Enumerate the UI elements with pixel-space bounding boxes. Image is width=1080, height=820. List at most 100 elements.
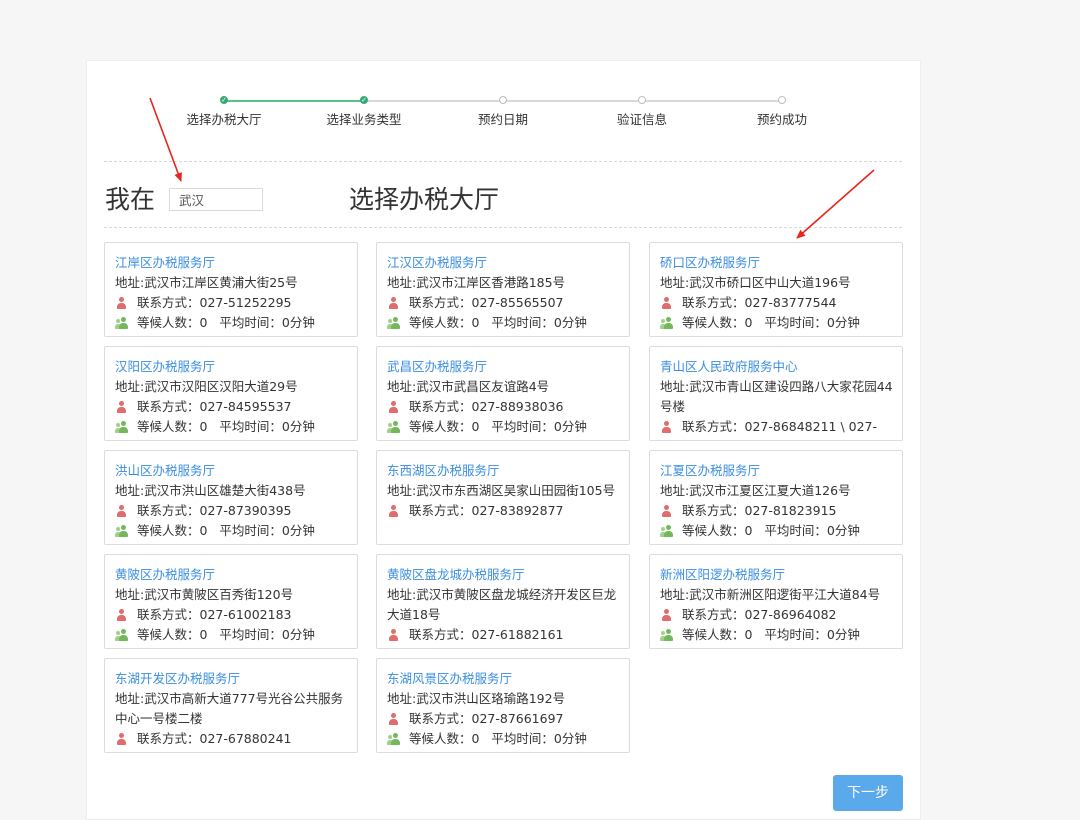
office-address: 地址:武汉市新洲区阳逻街平江大道84号 — [660, 587, 881, 602]
step-label: 选择业务类型 — [326, 112, 402, 127]
wait-row: 等候人数：0 平均时间：0分钟 — [660, 521, 894, 541]
office-name[interactable]: 青山区人民政府服务中心 — [660, 357, 894, 377]
office-address: 地址:武汉市硚口区中山大道196号 — [660, 275, 851, 290]
wait-row: 等候人数：0 平均时间：0分钟 — [660, 313, 894, 333]
office-card[interactable]: 江岸区办税服务厅地址:武汉市江岸区黄浦大街25号联系方式：027-5125229… — [104, 242, 358, 337]
office-name[interactable]: 硚口区办税服务厅 — [660, 253, 894, 273]
people-icon — [115, 628, 128, 642]
contact-row: 联系方式：027-81823915 — [660, 501, 894, 521]
office-wait: 等候人数：0 平均时间：0分钟 — [137, 627, 315, 642]
office-card[interactable]: 江夏区办税服务厅地址:武汉市江夏区江夏大道126号联系方式：027-818239… — [649, 450, 903, 545]
office-name[interactable]: 汉阳区办税服务厅 — [115, 357, 349, 377]
office-wait: 等候人数：0 平均时间：0分钟 — [409, 419, 587, 434]
contact-row: 联系方式：027-84595537 — [115, 397, 349, 417]
office-card[interactable]: 洪山区办税服务厅 地址:武汉市洪山区雄楚大街438号 联系方式：027-873903… — [104, 450, 358, 545]
office-name[interactable]: 江汉区办税服务厅 — [387, 253, 621, 273]
office-name[interactable]: 东湖开发区办税服务厅 — [115, 669, 349, 689]
office-address: 地址:武汉市青山区建设四路八大家花园44号楼 — [660, 379, 893, 414]
person-icon — [387, 296, 400, 310]
office-card[interactable]: 黄陂区办税服务厅地址:武汉市黄陂区百秀街120号联系方式：027-6100218… — [104, 554, 358, 649]
office-contact: 联系方式：027-61882161 — [409, 627, 564, 642]
office-card[interactable]: 青山区人民政府服务中心 地址:武汉市青山区建设四路八大家花园44号楼联系方式：02… — [649, 346, 903, 441]
city-input[interactable] — [169, 188, 263, 211]
office-address: 地址:武汉市高新大道777号光谷公共服务中心一号楼二楼 — [115, 691, 344, 726]
office-card[interactable]: 江汉区办税服务厅 地址:武汉市江岸区香港路185号 联系方式：027-8556550… — [376, 242, 630, 337]
office-contact: 联系方式：027-84595537 — [137, 399, 292, 414]
contact-row: 联系方式：027-67880241 — [115, 729, 349, 749]
step-dot — [499, 96, 507, 104]
office-address: 地址:武汉市江岸区黄浦大街25号 — [115, 275, 298, 290]
office-address: 地址:武汉市汉阳区汉阳大道29号 — [115, 379, 298, 394]
people-icon — [660, 524, 673, 538]
office-card[interactable]: 新洲区阳逻办税服务厅地址:武汉市新洲区阳逻街平江大道84号联系方式：027-86… — [649, 554, 903, 649]
office-name[interactable]: 黄陂区办税服务厅 — [115, 565, 349, 585]
people-icon — [660, 628, 673, 642]
office-card[interactable]: 汉阳区办税服务厅地址:武汉市汉阳区汉阳大道29号联系方式：027-8459553… — [104, 346, 358, 441]
wait-row: 等候人数：0 平均时间：0分钟 — [387, 417, 621, 437]
people-icon — [660, 316, 673, 330]
office-contact: 联系方式：027-51252295 — [137, 295, 292, 310]
contact-row: 联系方式：027-86848211 \ 027- — [660, 417, 894, 437]
office-wait: 等候人数：0 平均时间：0分钟 — [409, 315, 587, 330]
office-card[interactable]: 东湖风景区办税服务厅地址:武汉市洪山区珞瑜路192号联系方式：027-87661… — [376, 658, 630, 753]
person-icon — [660, 420, 673, 434]
office-name[interactable]: 黄陂区盘龙城办税服务厅 — [387, 565, 621, 585]
office-contact: 联系方式：027-61002183 — [137, 607, 292, 622]
step-label: 选择办税大厅 — [186, 112, 262, 127]
people-icon — [115, 420, 128, 434]
wait-row: 等候人数：0 平均时间：0分钟 — [387, 313, 621, 333]
step-label: 预约成功 — [756, 112, 807, 127]
office-address: 地址:武汉市黄陂区百秀街120号 — [115, 587, 294, 602]
office-wait: 等候人数：0 平均时间：0分钟 — [137, 315, 315, 330]
office-contact: 联系方式：027-87390395 — [137, 503, 292, 518]
office-contact: 联系方式：027-83777544 — [682, 295, 837, 310]
office-grid: 江岸区办税服务厅地址:武汉市江岸区黄浦大街25号联系方式：027-5125229… — [104, 242, 904, 753]
contact-row: 联系方式：027-87661697 — [387, 709, 621, 729]
person-icon — [660, 296, 673, 310]
office-card[interactable]: 东西湖区办税服务厅 地址:武汉市东西湖区吴家山田园街105号 联系方式：027-83… — [376, 450, 630, 545]
contact-row: 联系方式：027-61882161 — [387, 625, 621, 645]
office-name[interactable]: 洪山区办税服务厅 — [115, 461, 349, 481]
office-name[interactable]: 新洲区阳逻办税服务厅 — [660, 565, 894, 585]
office-address: 地址:武汉市东西湖区吴家山田园街105号 — [387, 483, 616, 498]
wait-row: 等候人数：0 平均时间：0分钟 — [115, 313, 349, 333]
office-address: 地址:武汉市江夏区江夏大道126号 — [660, 483, 851, 498]
office-card[interactable]: 东湖开发区办税服务厅 地址:武汉市高新大道777号光谷公共服务中心一号楼二楼联系方… — [104, 658, 358, 753]
office-contact: 联系方式：027-81823915 — [682, 503, 837, 518]
next-button[interactable]: 下一步 — [833, 775, 903, 811]
people-icon — [387, 420, 400, 434]
step-dot — [638, 96, 646, 104]
contact-row: 联系方式：027-86964082 — [660, 605, 894, 625]
office-name[interactable]: 武昌区办税服务厅 — [387, 357, 621, 377]
contact-row: 联系方式：027-88938036 — [387, 397, 621, 417]
office-address: 地址:武汉市黄陂区盘龙城经济开发区巨龙大道18号 — [387, 587, 617, 622]
person-icon — [387, 400, 400, 414]
office-name[interactable]: 东湖风景区办税服务厅 — [387, 669, 621, 689]
progress-track — [224, 100, 364, 102]
person-icon — [115, 296, 128, 310]
progress-steps: ✓ 选择办税大厅 ✓ 选择业务类型 预约日期 验证信息 预约成功 — [86, 0, 921, 160]
office-wait: 等候人数：0 平均时间：0分钟 — [409, 731, 587, 746]
progress-track — [642, 100, 782, 102]
office-wait: 等候人数：0 平均时间：0分钟 — [682, 627, 860, 642]
contact-row: 联系方式：027-85565507 — [387, 293, 621, 313]
wait-row: 等候人数：0 平均时间：0分钟 — [115, 417, 349, 437]
person-icon — [660, 504, 673, 518]
contact-row: 联系方式：027-83777544 — [660, 293, 894, 313]
office-card[interactable]: 硚口区办税服务厅地址:武汉市硚口区中山大道196号联系方式：027-837775… — [649, 242, 903, 337]
office-name[interactable]: 江岸区办税服务厅 — [115, 253, 349, 273]
office-name[interactable]: 东西湖区办税服务厅 — [387, 461, 621, 481]
progress-track — [503, 100, 642, 102]
office-card[interactable]: 武昌区办税服务厅 地址:武汉市武昌区友谊路4号 联系方式：027-88938036 等… — [376, 346, 630, 441]
office-address: 地址:武汉市洪山区珞瑜路192号 — [387, 691, 566, 706]
person-icon — [115, 608, 128, 622]
people-icon — [115, 524, 128, 538]
office-card[interactable]: 黄陂区盘龙城办税服务厅 地址:武汉市黄陂区盘龙城经济开发区巨龙大道18号联系方式：… — [376, 554, 630, 649]
person-icon — [115, 504, 128, 518]
office-contact: 联系方式：027-86964082 — [682, 607, 837, 622]
wait-row: 等候人数：0 平均时间：0分钟 — [387, 729, 621, 749]
office-wait: 等候人数：0 平均时间：0分钟 — [682, 315, 860, 330]
people-icon — [387, 316, 400, 330]
person-icon — [115, 400, 128, 414]
office-name[interactable]: 江夏区办税服务厅 — [660, 461, 894, 481]
